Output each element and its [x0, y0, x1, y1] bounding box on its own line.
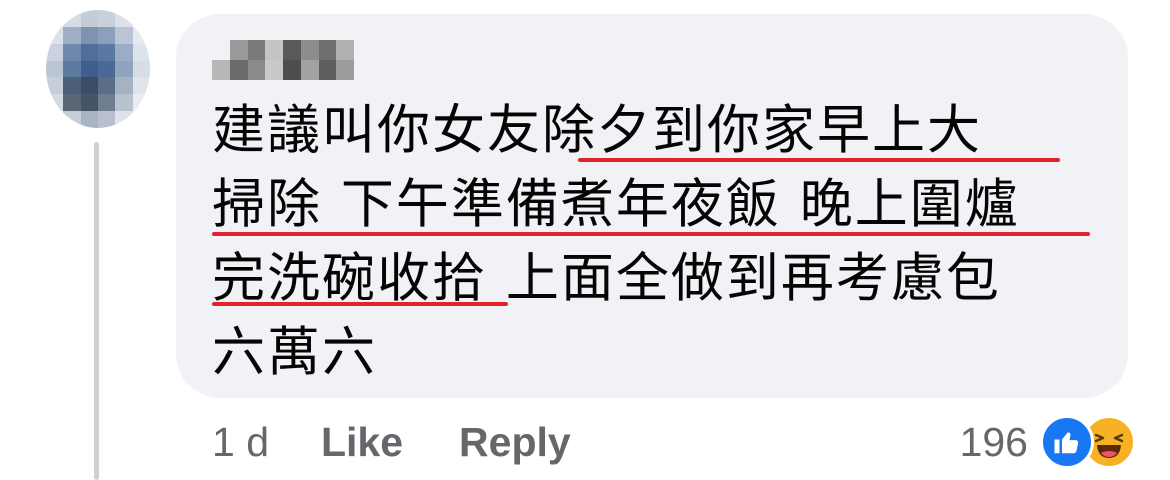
comment-line: 建議叫你女友除夕到你家早上大 — [212, 100, 982, 161]
timestamp[interactable]: 1 d — [212, 419, 269, 466]
annotation-underline — [212, 232, 1090, 236]
comment-line: 掃除 下午準備煮年夜飯 晚上圍爐 — [212, 174, 1020, 235]
reaction-count: 196 — [959, 418, 1028, 465]
like-icon — [1040, 415, 1094, 469]
comment-body: 建議叫你女友除夕到你家早上大 掃除 下午準備煮年夜飯 晚上圍爐 完洗碗收拾 上面全做… — [212, 94, 1112, 390]
reply-button[interactable]: Reply — [459, 419, 571, 466]
annotation-underline — [212, 302, 508, 306]
comment-line: 六萬六 — [212, 322, 377, 383]
like-button[interactable]: Like — [321, 419, 403, 466]
avatar[interactable] — [46, 10, 150, 128]
annotation-underline — [578, 158, 1060, 162]
thread-line — [94, 142, 99, 480]
reaction-summary[interactable]: 196 — [960, 412, 1136, 472]
author-name[interactable] — [212, 40, 354, 80]
comment-actions: 1 d Like Reply — [212, 412, 627, 472]
